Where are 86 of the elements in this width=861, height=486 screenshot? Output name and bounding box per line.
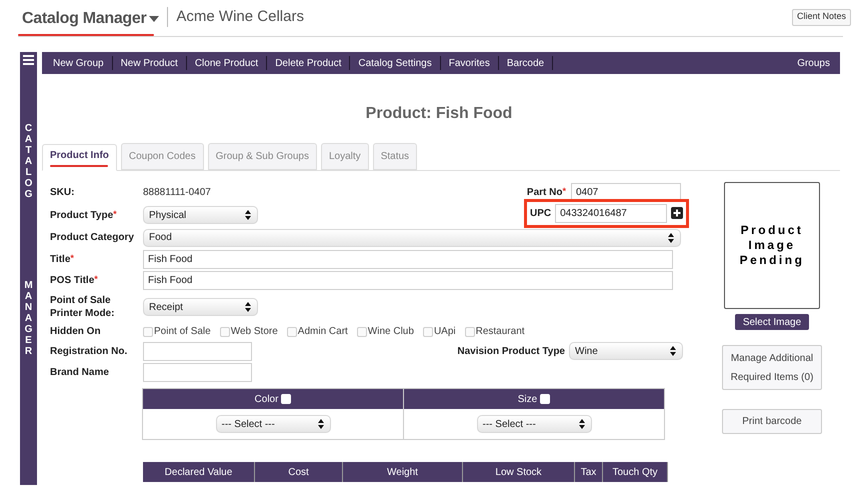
field-label: POS Title <box>50 274 94 288</box>
select-arrows-icon <box>670 346 676 356</box>
plus-icon[interactable] <box>671 207 684 219</box>
select-value: Wine <box>575 344 598 358</box>
caret-icon[interactable] <box>149 16 160 22</box>
checkbox-label: Point of Sale <box>154 325 211 339</box>
print-barcode-button[interactable]: Print barcode <box>722 409 822 434</box>
field-label: Title <box>50 252 70 266</box>
toolbar-button[interactable]: Delete Product <box>267 56 350 70</box>
toolbar-button[interactable]: Catalog Settings <box>350 56 440 70</box>
required-mark: * <box>562 185 566 198</box>
field-label: Hidden On <box>50 325 101 339</box>
product-type-select[interactable]: Physical <box>143 206 258 224</box>
checkbox-label: Wine Club <box>368 325 414 339</box>
category-select[interactable]: Food <box>143 228 681 246</box>
upc-field[interactable]: 043324016487 <box>555 204 668 222</box>
brand-name-field[interactable] <box>143 363 252 382</box>
checkbox[interactable] <box>220 326 230 336</box>
select-value: Food <box>149 231 172 245</box>
select-value: Physical <box>149 208 186 222</box>
placeholder-text: Pending <box>740 253 804 268</box>
printer-mode-select[interactable]: Receipt <box>143 298 258 316</box>
rail-label: CATALOG <box>24 123 34 200</box>
variant-select[interactable]: --- Select --- <box>476 415 592 433</box>
variant-select[interactable]: --- Select --- <box>216 415 330 433</box>
toolbar-button[interactable]: Favorites <box>440 56 498 70</box>
toolbar-button[interactable]: New Group <box>45 56 112 70</box>
app-title[interactable]: Catalog Manager <box>22 6 146 30</box>
select-arrows-icon <box>668 232 674 242</box>
select-value: Receipt <box>149 300 183 314</box>
toolbar-button[interactable]: Groups <box>797 56 830 70</box>
menu-icon[interactable] <box>23 55 34 65</box>
navision-type-select[interactable]: Wine <box>569 342 683 360</box>
column-title: Tax <box>575 462 603 482</box>
required-mark: * <box>70 252 74 264</box>
required-mark: * <box>113 208 117 220</box>
checkbox[interactable] <box>464 326 475 336</box>
field-label: Printer Mode: <box>50 307 116 320</box>
field-label: Product Type <box>50 208 114 222</box>
select-image-button[interactable]: Select Image <box>735 314 809 330</box>
checkbox[interactable] <box>356 326 367 336</box>
select-value: --- Select --- <box>482 418 536 432</box>
sku-value: 88881111-0407 <box>143 186 211 200</box>
field-label: Brand Name <box>50 366 109 380</box>
required-mark: * <box>94 273 98 286</box>
select-arrows-icon <box>318 419 324 429</box>
column-title: Touch Qty <box>603 462 668 482</box>
title-field[interactable]: Fish Food <box>143 250 673 268</box>
field-label: Registration No. <box>50 344 128 358</box>
field-label: Product Category <box>50 231 134 245</box>
manage-items-button[interactable]: Manage Additional Required Items (0) <box>722 345 822 390</box>
registration-field[interactable] <box>143 342 252 360</box>
field-label: SKU: <box>50 186 74 200</box>
checkbox-label: Admin Cart <box>298 325 348 339</box>
checkbox-label: UApi <box>434 325 456 339</box>
column-title: Cost <box>255 462 343 482</box>
column-title: Color <box>254 392 278 406</box>
field-label: Point of Sale <box>50 294 112 307</box>
placeholder-text: Product <box>740 223 804 238</box>
column-title: Low Stock <box>463 462 575 482</box>
field-label: UPC <box>530 206 552 220</box>
field-label: Navision Product Type <box>457 344 565 358</box>
column-title: Declared Value <box>143 462 255 482</box>
toolbar-button[interactable]: Barcode <box>498 56 552 70</box>
select-arrows-icon <box>245 210 251 220</box>
checkbox[interactable] <box>143 326 153 336</box>
select-arrows-icon <box>578 419 584 429</box>
highlight-underline <box>50 165 108 167</box>
column-title: Weight <box>343 462 463 482</box>
field-label: Part No <box>526 186 562 200</box>
checkbox[interactable] <box>286 326 297 336</box>
pos-title-field[interactable]: Fish Food <box>143 271 673 290</box>
toolbar-button[interactable]: New Product <box>112 56 186 70</box>
checkbox-label: Restaurant <box>476 325 525 339</box>
select-value: --- Select --- <box>222 418 275 432</box>
company-name: Acme Wine Cellars <box>176 6 304 27</box>
placeholder-text: Image <box>748 238 796 253</box>
select-arrows-icon <box>245 302 251 312</box>
tab[interactable]: Product Info <box>42 144 117 171</box>
checkbox-label: Web Store <box>230 325 278 339</box>
toolbar-button[interactable]: Clone Product <box>186 56 266 70</box>
rail-label: MANAGER <box>24 280 34 357</box>
column-title: Size <box>518 392 538 406</box>
checkbox[interactable] <box>422 326 433 336</box>
client-notes-button[interactable]: Client Notes <box>792 8 851 26</box>
page-title: Product: Fish Food <box>366 104 512 124</box>
